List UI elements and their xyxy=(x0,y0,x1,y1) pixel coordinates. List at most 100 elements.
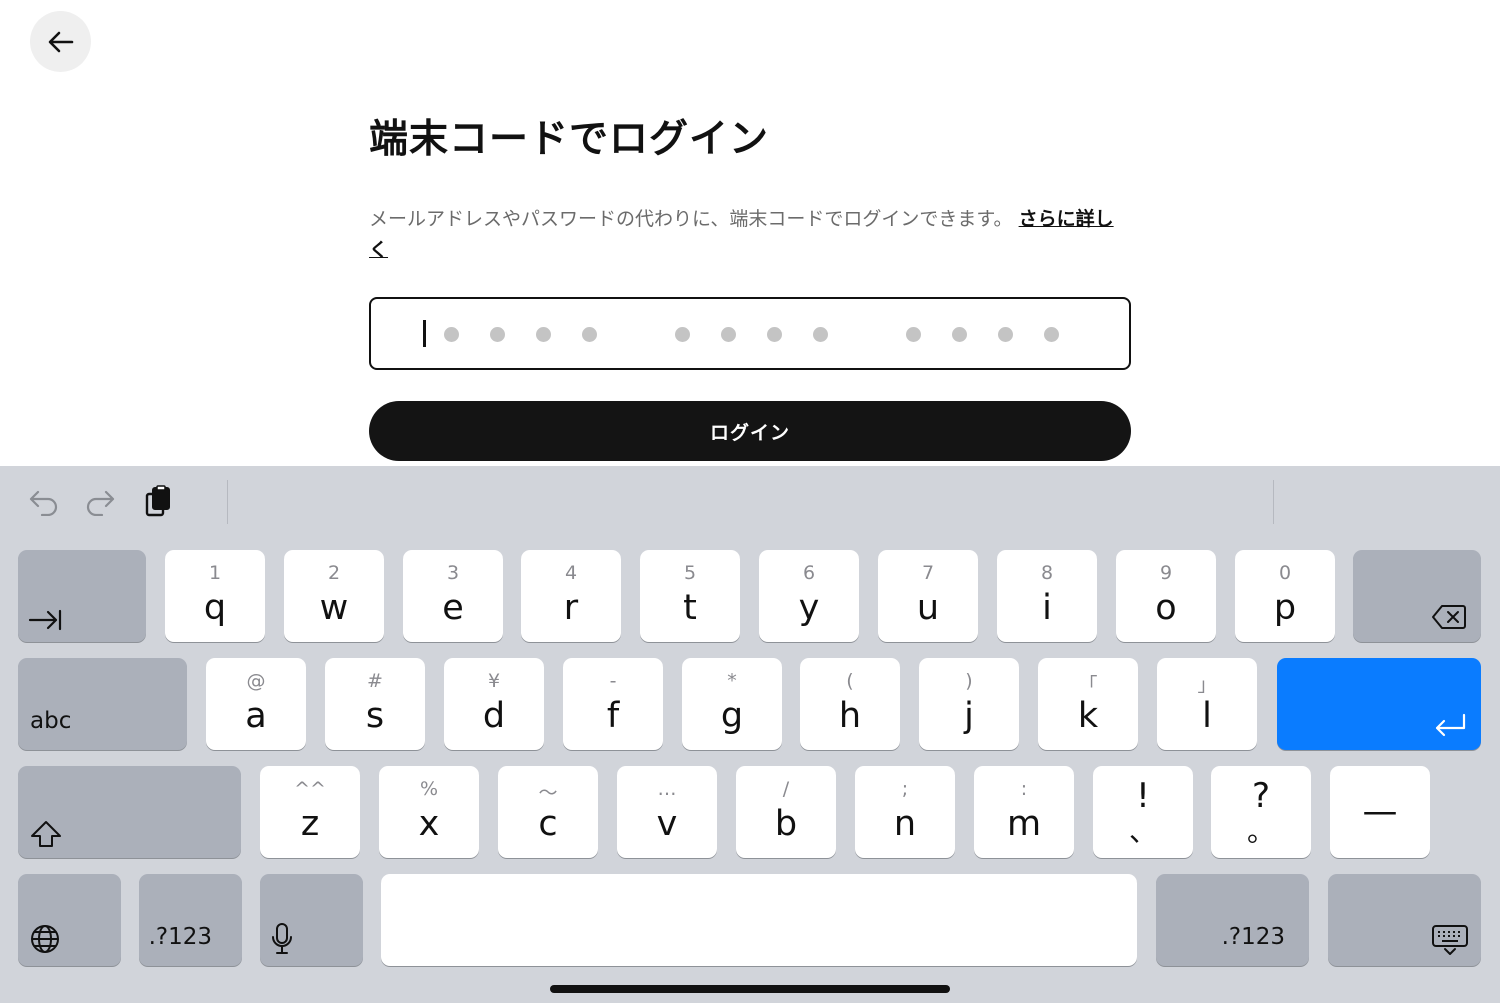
key-t[interactable]: 5t xyxy=(640,550,740,642)
key-u[interactable]: 7u xyxy=(878,550,978,642)
key-secondary-label: # xyxy=(367,670,383,692)
key-z[interactable]: ^^ z xyxy=(260,766,360,858)
text-caret xyxy=(423,320,426,347)
key-secondary-label: 5 xyxy=(683,562,697,584)
backspace-icon xyxy=(1431,604,1467,630)
redo-icon xyxy=(86,490,115,516)
abc-mode-key[interactable]: abc xyxy=(18,658,187,750)
key-k[interactable]: 「k xyxy=(1038,658,1138,750)
key-label: g xyxy=(720,696,744,736)
key-label: f xyxy=(606,696,620,736)
key-secondary-label: 「 xyxy=(1078,674,1098,696)
toolbar-divider xyxy=(227,480,228,524)
home-indicator xyxy=(550,985,950,993)
key-m[interactable]: :m xyxy=(974,766,1074,858)
onscreen-keyboard: 1q 2w 3e 4r 5t 6y 7u 8i 9o 0p abc @ a # s … xyxy=(0,466,1500,1003)
key-g[interactable]: * g xyxy=(682,658,782,750)
code-placeholder-dot xyxy=(767,327,782,342)
microphone-icon xyxy=(270,922,294,956)
code-placeholder-dot xyxy=(444,327,459,342)
page-description: メールアドレスやパスワードの代わりに、端末コードでログインできます。 さらに詳し… xyxy=(369,204,1129,266)
key-label: s xyxy=(365,696,385,736)
tab-icon xyxy=(28,608,62,632)
globe-key[interactable] xyxy=(18,874,121,966)
key-label: 、 xyxy=(1128,815,1157,848)
key-secondary-label: 0 xyxy=(1278,562,1292,584)
key-label: .?123 xyxy=(1221,924,1285,950)
key-label: .?123 xyxy=(148,924,212,950)
key-long-dash[interactable]: — xyxy=(1330,766,1430,858)
key-v[interactable]: … v xyxy=(617,766,717,858)
numbers-key-left[interactable]: .?123 xyxy=(139,874,242,966)
key-exclamation-comma[interactable]: !、 xyxy=(1093,766,1193,858)
dismiss-keyboard-key[interactable] xyxy=(1328,874,1481,966)
device-code-input[interactable] xyxy=(369,297,1131,370)
key-q[interactable]: 1q xyxy=(165,550,265,642)
dictation-key[interactable] xyxy=(260,874,363,966)
key-label: n xyxy=(893,804,917,844)
shift-key[interactable] xyxy=(18,766,241,858)
key-label: k xyxy=(1077,696,1099,736)
key-y[interactable]: 6y xyxy=(759,550,859,642)
key-b[interactable]: / b xyxy=(736,766,836,858)
numbers-key-right[interactable]: .?123 xyxy=(1156,874,1309,966)
key-h[interactable]: (h xyxy=(800,658,900,750)
delete-key[interactable] xyxy=(1353,550,1481,642)
key-a[interactable]: @ a xyxy=(206,658,306,750)
code-placeholder-dot xyxy=(675,327,690,342)
key-n[interactable]: ; n xyxy=(855,766,955,858)
code-placeholder-dot xyxy=(490,327,505,342)
key-secondary-label: @ xyxy=(246,670,266,692)
key-l[interactable]: 」 l xyxy=(1157,658,1257,750)
key-question-period[interactable]: ?。 xyxy=(1211,766,1311,858)
toolbar-divider xyxy=(1273,480,1274,524)
key-secondary-label: % xyxy=(419,778,439,800)
redo-button[interactable] xyxy=(82,484,118,520)
key-j[interactable]: ) j xyxy=(919,658,1019,750)
key-p[interactable]: 0p xyxy=(1235,550,1335,642)
paste-button[interactable] xyxy=(140,484,176,520)
key-i[interactable]: 8i xyxy=(997,550,1097,642)
shift-icon xyxy=(30,820,62,848)
return-key[interactable] xyxy=(1277,658,1481,750)
key-r[interactable]: 4r xyxy=(521,550,621,642)
key-secondary-label: 6 xyxy=(802,562,816,584)
key-o[interactable]: 9o xyxy=(1116,550,1216,642)
key-secondary-label: - xyxy=(609,670,617,692)
key-secondary-label: * xyxy=(727,670,737,692)
key-label: i xyxy=(1042,588,1052,628)
key-x[interactable]: % x xyxy=(379,766,479,858)
key-f[interactable]: -f xyxy=(563,658,663,750)
keyboard-dismiss-icon xyxy=(1431,924,1469,956)
tab-key[interactable] xyxy=(18,550,146,642)
space-key[interactable] xyxy=(381,874,1137,966)
globe-icon xyxy=(30,924,60,954)
code-placeholder-dot xyxy=(582,327,597,342)
key-label: u xyxy=(916,588,940,628)
paste-icon xyxy=(145,485,170,517)
key-secondary-label: 7 xyxy=(921,562,935,584)
key-w[interactable]: 2w xyxy=(284,550,384,642)
key-d[interactable]: ¥ d xyxy=(444,658,544,750)
key-secondary-label: ( xyxy=(846,670,854,692)
key-label: — xyxy=(1362,792,1398,832)
key-secondary-label: ¥ xyxy=(487,670,501,692)
key-label: x xyxy=(418,804,440,844)
key-label: y xyxy=(798,588,820,628)
undo-button[interactable] xyxy=(26,484,62,520)
key-secondary-label: 2 xyxy=(327,562,341,584)
back-button[interactable] xyxy=(30,11,91,72)
key-secondary-label: 8 xyxy=(1040,562,1054,584)
key-s[interactable]: # s xyxy=(325,658,425,750)
key-secondary-label: / xyxy=(782,778,790,800)
key-label: l xyxy=(1202,696,1212,736)
key-label: v xyxy=(656,804,678,844)
key-e[interactable]: 3e xyxy=(403,550,503,642)
key-label: r xyxy=(563,588,579,628)
login-button[interactable]: ログイン xyxy=(369,401,1131,461)
key-secondary-label: 9 xyxy=(1159,562,1173,584)
key-c[interactable]: 〜 c xyxy=(498,766,598,858)
key-label: h xyxy=(838,696,862,736)
return-icon xyxy=(1433,712,1467,740)
code-placeholder-dot xyxy=(952,327,967,342)
